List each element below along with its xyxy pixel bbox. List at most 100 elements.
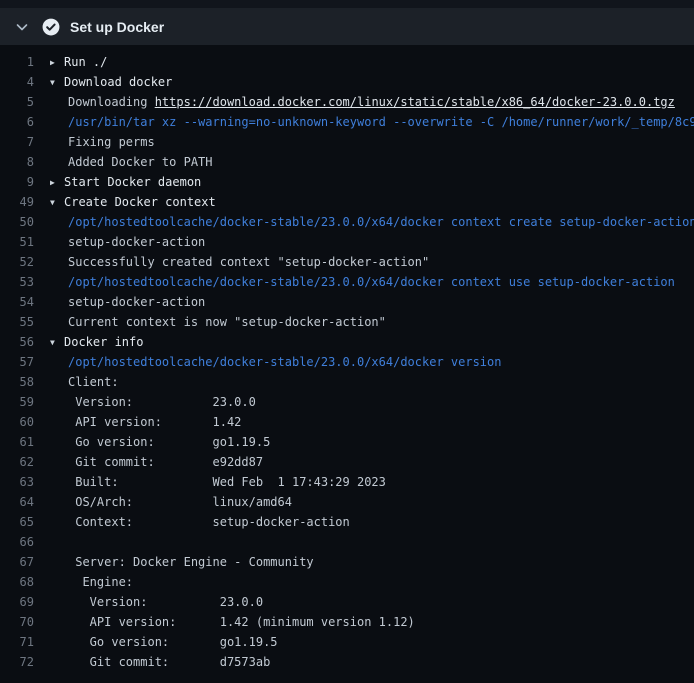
line-number[interactable]: 71	[0, 632, 50, 652]
log-group-row[interactable]: 56▼Docker info	[0, 332, 694, 352]
log-line: 57/opt/hostedtoolcache/docker-stable/23.…	[0, 352, 694, 372]
line-number[interactable]: 72	[0, 652, 50, 672]
log-line: 64 OS/Arch: linux/amd64	[0, 492, 694, 512]
line-number[interactable]: 49	[0, 192, 50, 212]
line-number[interactable]: 55	[0, 312, 50, 332]
log-text: API version: 1.42	[50, 412, 694, 432]
log-text: Server: Docker Engine - Community	[50, 552, 694, 572]
line-number[interactable]: 8	[0, 152, 50, 172]
log-line: 7Fixing perms	[0, 132, 694, 152]
log-url-link[interactable]: https://download.docker.com/linux/static…	[155, 95, 675, 109]
log-list: 1▶Run ./4▼Download docker5Downloading ht…	[0, 52, 694, 672]
line-number[interactable]: 68	[0, 572, 50, 592]
log-area: 1▶Run ./4▼Download docker5Downloading ht…	[0, 45, 694, 683]
line-number[interactable]: 67	[0, 552, 50, 572]
log-line: 72 Git commit: d7573ab	[0, 652, 694, 672]
triangle-down-icon: ▼	[50, 333, 64, 352]
line-number[interactable]: 66	[0, 532, 50, 552]
triangle-down-icon: ▼	[50, 193, 64, 212]
line-number[interactable]: 59	[0, 392, 50, 412]
log-line: 8Added Docker to PATH	[0, 152, 694, 172]
log-text: setup-docker-action	[50, 292, 694, 312]
line-number[interactable]: 53	[0, 272, 50, 292]
log-line: 61 Go version: go1.19.5	[0, 432, 694, 452]
check-circle-icon	[42, 18, 60, 36]
log-command-text: /usr/bin/tar xz --warning=no-unknown-key…	[50, 112, 694, 132]
log-text: Added Docker to PATH	[50, 152, 694, 172]
line-number[interactable]: 64	[0, 492, 50, 512]
log-command-text: /opt/hostedtoolcache/docker-stable/23.0.…	[50, 272, 694, 292]
line-number[interactable]: 57	[0, 352, 50, 372]
log-line: 59 Version: 23.0.0	[0, 392, 694, 412]
step-header[interactable]: Set up Docker	[0, 8, 694, 45]
line-number[interactable]: 62	[0, 452, 50, 472]
log-line: 55Current context is now "setup-docker-a…	[0, 312, 694, 332]
log-text	[50, 532, 694, 552]
line-number[interactable]: 7	[0, 132, 50, 152]
line-number[interactable]: 54	[0, 292, 50, 312]
line-number[interactable]: 6	[0, 112, 50, 132]
log-text: Engine:	[50, 572, 694, 592]
log-text: Go version: go1.19.5	[50, 432, 694, 452]
line-number[interactable]: 56	[0, 332, 50, 352]
group-title: Create Docker context	[64, 195, 216, 209]
log-text: Fixing perms	[50, 132, 694, 152]
line-number[interactable]: 70	[0, 612, 50, 632]
line-number[interactable]: 9	[0, 172, 50, 192]
log-text: Go version: go1.19.5	[50, 632, 694, 652]
log-text: OS/Arch: linux/amd64	[50, 492, 694, 512]
log-line: 6/usr/bin/tar xz --warning=no-unknown-ke…	[0, 112, 694, 132]
log-line: 54setup-docker-action	[0, 292, 694, 312]
log-text: Version: 23.0.0	[50, 392, 694, 412]
log-group-row[interactable]: 4▼Download docker	[0, 72, 694, 92]
group-title: Start Docker daemon	[64, 175, 201, 189]
log-line: 52Successfully created context "setup-do…	[0, 252, 694, 272]
log-text: API version: 1.42 (minimum version 1.12)	[50, 612, 694, 632]
line-number[interactable]: 52	[0, 252, 50, 272]
line-number[interactable]: 5	[0, 92, 50, 112]
triangle-down-icon: ▼	[50, 73, 64, 92]
log-group-row[interactable]: 1▶Run ./	[0, 52, 694, 72]
line-number[interactable]: 69	[0, 592, 50, 612]
line-number[interactable]: 50	[0, 212, 50, 232]
log-text: Git commit: e92dd87	[50, 452, 694, 472]
log-group-row[interactable]: 49▼Create Docker context	[0, 192, 694, 212]
log-line: 53/opt/hostedtoolcache/docker-stable/23.…	[0, 272, 694, 292]
log-line: 69 Version: 23.0.0	[0, 592, 694, 612]
line-number[interactable]: 65	[0, 512, 50, 532]
line-number[interactable]: 61	[0, 432, 50, 452]
step-title: Set up Docker	[70, 19, 164, 35]
log-line: 51setup-docker-action	[0, 232, 694, 252]
group-title: Download docker	[64, 75, 172, 89]
log-text: Built: Wed Feb 1 17:43:29 2023	[50, 472, 694, 492]
triangle-right-icon: ▶	[50, 173, 64, 192]
triangle-right-icon: ▶	[50, 53, 64, 72]
line-number[interactable]: 4	[0, 72, 50, 92]
log-line: 65 Context: setup-docker-action	[0, 512, 694, 532]
chevron-down-icon[interactable]	[14, 19, 30, 35]
log-text: Successfully created context "setup-dock…	[50, 252, 694, 272]
group-title: Docker info	[64, 335, 143, 349]
line-number[interactable]: 63	[0, 472, 50, 492]
log-line: 68 Engine:	[0, 572, 694, 592]
log-text: setup-docker-action	[50, 232, 694, 252]
log-text: Downloading	[68, 95, 155, 109]
log-line: 63 Built: Wed Feb 1 17:43:29 2023	[0, 472, 694, 492]
log-line: 71 Go version: go1.19.5	[0, 632, 694, 652]
log-text: Git commit: d7573ab	[50, 652, 694, 672]
log-command-text: /opt/hostedtoolcache/docker-stable/23.0.…	[50, 212, 694, 232]
log-text: Current context is now "setup-docker-act…	[50, 312, 694, 332]
line-number[interactable]: 60	[0, 412, 50, 432]
line-number[interactable]: 1	[0, 52, 50, 72]
log-line: 60 API version: 1.42	[0, 412, 694, 432]
log-line: 50/opt/hostedtoolcache/docker-stable/23.…	[0, 212, 694, 232]
line-number[interactable]: 58	[0, 372, 50, 392]
log-text: Client:	[50, 372, 694, 392]
log-line: 58Client:	[0, 372, 694, 392]
line-number[interactable]: 51	[0, 232, 50, 252]
log-line: 5 Downloading https://download.docker.com…	[0, 92, 694, 112]
log-text: Context: setup-docker-action	[50, 512, 694, 532]
log-group-row[interactable]: 9▶Start Docker daemon	[0, 172, 694, 192]
log-line: 66	[0, 532, 694, 552]
log-line: 62 Git commit: e92dd87	[0, 452, 694, 472]
